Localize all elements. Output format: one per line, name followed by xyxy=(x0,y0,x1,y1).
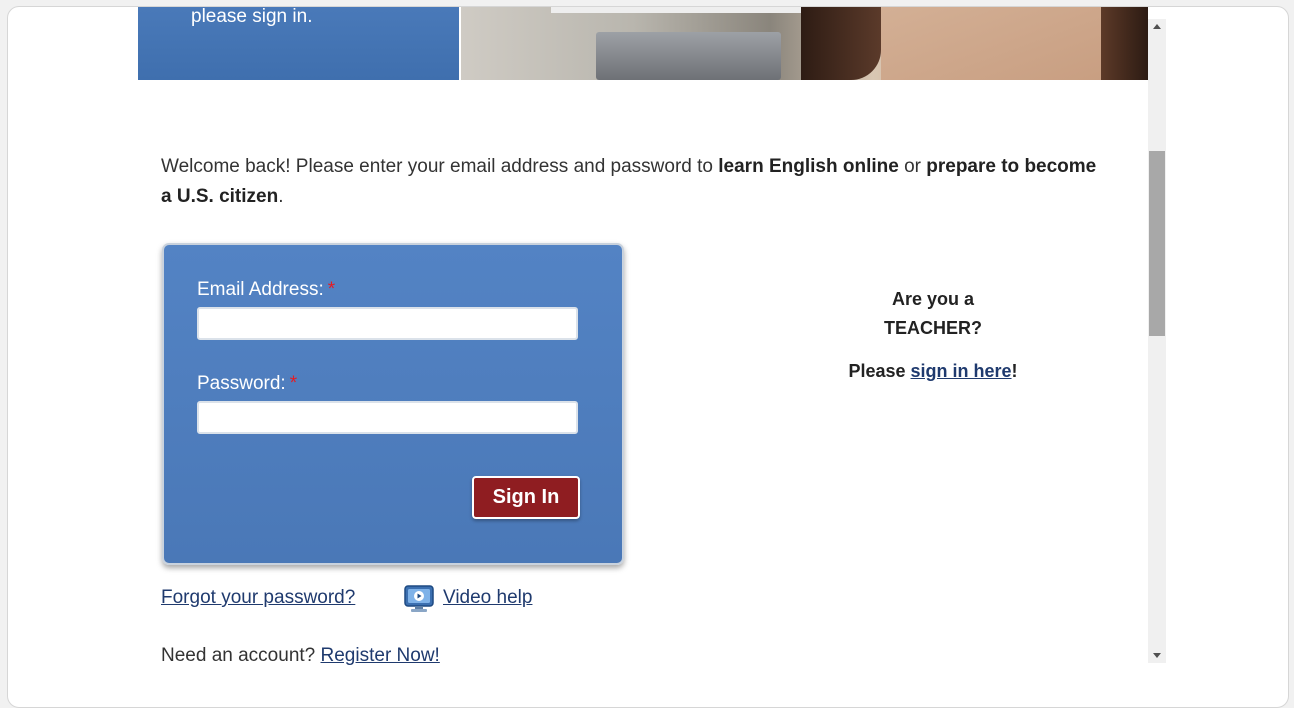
vertical-scrollbar[interactable] xyxy=(1148,19,1166,663)
forgot-password-link[interactable]: Forgot your password? xyxy=(161,587,355,609)
scroll-up-arrow-icon[interactable] xyxy=(1153,24,1161,29)
page-viewport: please sign in. Welcome back! Please ent… xyxy=(8,7,1148,668)
password-label: Password: * xyxy=(197,373,297,395)
hero-blue-panel: please sign in. xyxy=(138,7,459,80)
hero-photo xyxy=(461,7,1148,80)
photo-hair xyxy=(801,7,881,80)
monitor-play-icon[interactable] xyxy=(403,584,435,614)
email-field[interactable] xyxy=(197,307,578,340)
teacher-panel: Are you a TEACHER? Please sign in here! xyxy=(848,285,1018,387)
teacher-exclaim: ! xyxy=(1011,361,1018,381)
need-account-label: Need an account? xyxy=(161,645,321,666)
teacher-question-line1: Are you a xyxy=(891,289,975,309)
sign-in-button[interactable]: Sign In xyxy=(472,476,580,519)
email-label-text: Email Address: xyxy=(197,279,324,300)
password-label-text: Password: xyxy=(197,373,286,394)
teacher-please: Please xyxy=(848,361,911,381)
password-field[interactable] xyxy=(197,401,578,434)
browser-frame: please sign in. Welcome back! Please ent… xyxy=(7,6,1289,708)
welcome-middle: or xyxy=(898,156,927,177)
photo-laptop xyxy=(596,32,781,80)
scroll-down-arrow-icon[interactable] xyxy=(1153,653,1161,658)
teacher-question-line2: TEACHER? xyxy=(884,318,982,338)
email-label: Email Address: * xyxy=(197,279,335,301)
welcome-prefix: Welcome back! Please enter your email ad… xyxy=(161,156,719,177)
photo-strand xyxy=(1101,7,1148,80)
login-form: Email Address: * Password: * Sign In xyxy=(162,243,624,565)
teacher-signin-text: Please sign in here! xyxy=(848,356,1018,387)
video-help-link[interactable]: Video help xyxy=(443,587,532,609)
hero-banner: please sign in. xyxy=(138,7,1148,80)
email-required-marker: * xyxy=(327,279,336,300)
hero-text: please sign in. xyxy=(191,7,313,27)
photo-shelf xyxy=(551,7,801,13)
register-now-link[interactable]: Register Now! xyxy=(321,645,440,666)
scrollbar-thumb[interactable] xyxy=(1149,151,1165,336)
welcome-suffix: . xyxy=(278,186,284,207)
need-account-text: Need an account? Register Now! xyxy=(161,645,440,667)
welcome-message: Welcome back! Please enter your email ad… xyxy=(161,152,1101,212)
welcome-bold-learn: learn English online xyxy=(718,156,899,177)
teacher-sign-in-link[interactable]: sign in here xyxy=(911,361,1012,381)
password-required-marker: * xyxy=(289,373,298,394)
photo-shirt xyxy=(881,7,1111,80)
